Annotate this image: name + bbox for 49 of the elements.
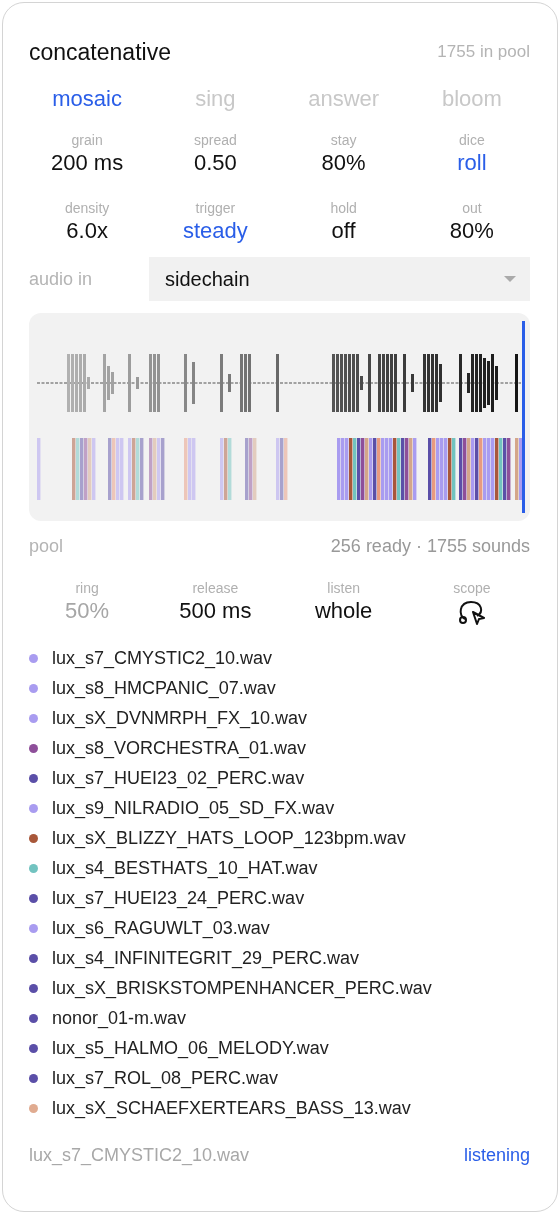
param-label: hold [330, 199, 357, 217]
file-name[interactable]: lux_s4_INFINITEGRIT_29_PERC.wav [52, 947, 360, 969]
file-name[interactable]: lux_s9_NILRADIO_05_SD_FX.wav [52, 797, 335, 819]
file-name[interactable]: lux_s6_RAGUWLT_03.wav [52, 917, 270, 939]
param-label: ring [75, 579, 99, 597]
param-label: density [64, 199, 110, 217]
param-label: dice [459, 131, 485, 149]
file-name[interactable]: lux_s7_HUEI23_24_PERC.wav [52, 887, 305, 909]
file-name[interactable]: lux_sX_BLIZZY_HATS_LOOP_123bpm.wav [52, 827, 406, 849]
param-value[interactable]: 200 ms [51, 149, 124, 177]
panel-title: concatenative [29, 38, 171, 66]
lasso-cursor-icon[interactable] [456, 599, 487, 625]
param-label: release [192, 579, 239, 597]
file-name[interactable]: lux_s5_HALMO_06_MELODY.wav [52, 1037, 329, 1059]
pool-label: pool [29, 535, 64, 557]
pool-count: 1755 in pool [437, 42, 530, 62]
audio-in-dropdown[interactable]: sidechain [149, 257, 530, 301]
param-label: trigger [195, 199, 236, 217]
pool-status: 256 ready · 1755 sounds [330, 535, 530, 557]
param-label: grain [71, 131, 103, 149]
param-value[interactable]: 500 ms [179, 597, 252, 625]
param-value[interactable]: whole [314, 597, 373, 625]
param-label: stay [330, 131, 357, 149]
current-file: lux_s7_CMYSTIC2_10.wav [29, 1145, 250, 1166]
param-label: out [462, 199, 482, 217]
file-name[interactable]: lux_s7_HUEI23_02_PERC.wav [52, 767, 305, 789]
mode-tab[interactable]: mosaic [52, 86, 122, 112]
param-value[interactable]: steady [182, 217, 248, 245]
audio-in-label: audio in [29, 268, 94, 290]
file-name[interactable]: nonor_01-m.wav [52, 1007, 187, 1029]
param-label: listen [327, 579, 360, 597]
file-name[interactable]: lux_sX_DVNMRPH_FX_10.wav [52, 707, 308, 729]
caret-icon [504, 276, 516, 282]
file-name[interactable]: lux_s7_ROL_08_PERC.wav [52, 1067, 279, 1089]
listening-link[interactable]: listening [463, 1145, 530, 1166]
param-value[interactable]: 80% [449, 217, 494, 245]
param-value[interactable]: 6.0x [66, 217, 108, 245]
param-value[interactable]: 0.50 [193, 149, 237, 177]
param-label: spread [193, 131, 237, 149]
file-name[interactable]: lux_s7_CMYSTIC2_10.wav [52, 647, 273, 669]
file-name[interactable]: lux_s8_VORCHESTRA_01.wav [52, 737, 307, 759]
file-name[interactable]: lux_s4_BESTHATS_10_HAT.wav [52, 857, 318, 879]
param-label: scope [453, 579, 491, 597]
param-value[interactable]: 80% [321, 149, 366, 177]
file-name[interactable]: lux_sX_SCHAEFXERTEARS_BASS_13.wav [52, 1097, 411, 1119]
file-name[interactable]: lux_s8_HMCPANIC_07.wav [52, 677, 276, 699]
param-value[interactable]: roll [457, 149, 487, 177]
file-name[interactable]: lux_sX_BRISKSTOMPENHANCER_PERC.wav [52, 977, 432, 999]
param-value[interactable]: off [331, 217, 356, 245]
